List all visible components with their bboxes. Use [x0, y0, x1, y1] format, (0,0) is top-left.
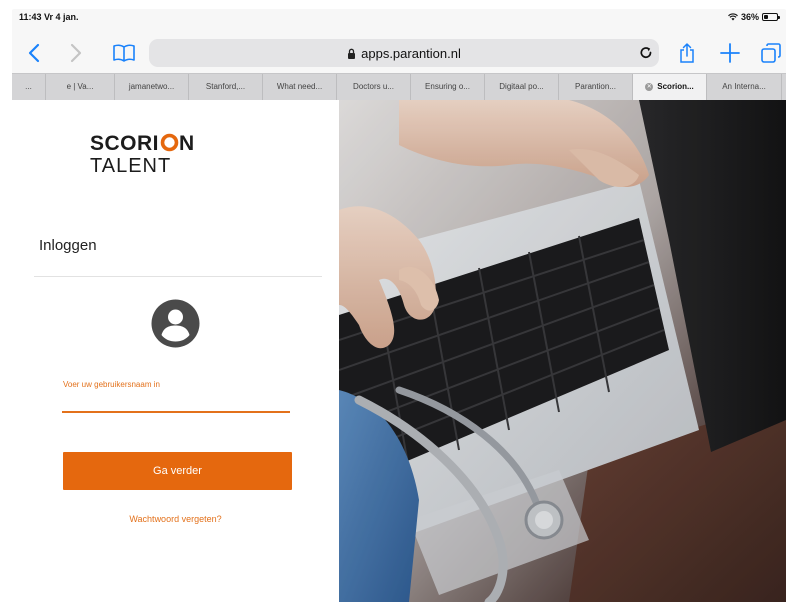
continue-button[interactable]: Ga verder	[63, 452, 292, 490]
browser-tab[interactable]: An Interna...	[707, 74, 782, 100]
battery-percent: 36%	[740, 12, 759, 22]
browser-toolbar: apps.parantion.nl	[12, 33, 786, 73]
browser-tab[interactable]: ...	[12, 74, 46, 100]
laptop-photo-illustration	[339, 100, 786, 602]
share-icon	[680, 43, 694, 63]
user-avatar-icon	[151, 299, 200, 348]
divider	[34, 276, 322, 277]
battery-level	[764, 15, 768, 19]
username-label: Voer uw gebruikersnaam in	[63, 380, 160, 389]
page-title: Inloggen	[39, 237, 97, 254]
browser-tab[interactable]: Parantion...	[559, 74, 633, 100]
tab-overview-button[interactable]	[756, 39, 786, 67]
share-button[interactable]	[673, 39, 701, 67]
browser-tab[interactable]: Stanford,...	[189, 74, 263, 100]
logo-text-n: N	[179, 132, 195, 155]
status-time: 11:43 Vr 4 jan.	[19, 12, 79, 22]
logo-ring-o	[160, 133, 178, 152]
back-button[interactable]	[20, 39, 48, 67]
close-tab-icon[interactable]: ✕	[645, 82, 654, 91]
address-bar[interactable]: apps.parantion.nl	[149, 39, 659, 67]
logo-wordmark: SCORI N	[90, 133, 230, 155]
browser-tab[interactable]: e | Va...	[46, 74, 115, 100]
reload-button[interactable]	[634, 39, 658, 67]
book-icon	[113, 44, 135, 62]
browser-tab[interactable]: Ensuring o...	[411, 74, 485, 100]
hero-photo	[339, 100, 786, 602]
url-text: apps.parantion.nl	[361, 45, 461, 61]
browser-tab[interactable]: Digitaal po...	[485, 74, 559, 100]
chevron-left-icon	[28, 43, 40, 63]
browser-tab[interactable]: Doctors u...	[337, 74, 411, 100]
browser-window: 11:43 Vr 4 jan. 36% apps.parantion.nl ..…	[0, 0, 796, 602]
tabs-icon	[761, 43, 781, 63]
browser-tab-active[interactable]: ✕ Scorion...	[633, 74, 707, 100]
scorion-talent-logo: SCORI N TALENT	[90, 133, 230, 183]
chevron-right-icon	[70, 43, 82, 63]
login-panel: SCORI N TALENT Inloggen Voer uw gebruiker…	[12, 100, 339, 602]
status-bar: 11:43 Vr 4 jan. 36%	[12, 9, 786, 33]
browser-tab[interactable]: jamanetwo...	[115, 74, 189, 100]
lock-icon	[348, 48, 356, 59]
bookmarks-button[interactable]	[107, 39, 141, 67]
browser-tab[interactable]: What need...	[263, 74, 337, 100]
plus-icon	[720, 43, 740, 63]
forgot-password-link[interactable]: Wachtwoord vergeten?	[12, 514, 339, 524]
logo-subtext: TALENT	[90, 155, 172, 177]
wifi-icon	[728, 13, 738, 21]
battery-icon	[762, 13, 780, 21]
tab-label: Scorion...	[657, 82, 694, 91]
status-indicators: 36%	[728, 12, 780, 22]
logo-text-scori: SCORI	[90, 132, 160, 155]
tab-strip: ... e | Va... jamanetwo... Stanford,... …	[12, 73, 786, 100]
reload-icon	[640, 47, 652, 59]
new-tab-button[interactable]	[716, 39, 744, 67]
username-input[interactable]	[62, 393, 290, 413]
forward-button[interactable]	[62, 39, 90, 67]
